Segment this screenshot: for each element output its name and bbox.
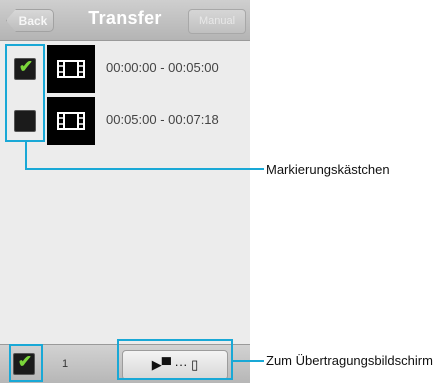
callout-line bbox=[233, 360, 264, 362]
header-bar: Back Transfer Manual bbox=[0, 0, 250, 41]
manual-button[interactable]: Manual bbox=[188, 9, 246, 34]
selected-count: 1 bbox=[62, 358, 69, 370]
transfer-callout-label: Zum Übertragungsbildschirm bbox=[266, 353, 433, 368]
callout-line bbox=[25, 168, 264, 170]
time-range: 00:00:00 - 00:05:00 bbox=[106, 60, 219, 75]
film-icon bbox=[57, 60, 85, 78]
footer-checkbox-highlight bbox=[9, 344, 43, 382]
callout-line bbox=[25, 142, 27, 170]
back-button[interactable]: Back bbox=[6, 9, 54, 32]
video-thumbnail bbox=[47, 97, 95, 145]
video-thumbnail bbox=[47, 45, 95, 93]
page-title: Transfer bbox=[88, 8, 162, 28]
checkbox-highlight bbox=[5, 44, 45, 142]
time-range: 00:05:00 - 00:07:18 bbox=[106, 112, 219, 127]
checkbox-callout-label: Markierungskästchen bbox=[266, 162, 390, 177]
transfer-button-highlight bbox=[117, 339, 233, 380]
film-icon bbox=[57, 112, 85, 130]
